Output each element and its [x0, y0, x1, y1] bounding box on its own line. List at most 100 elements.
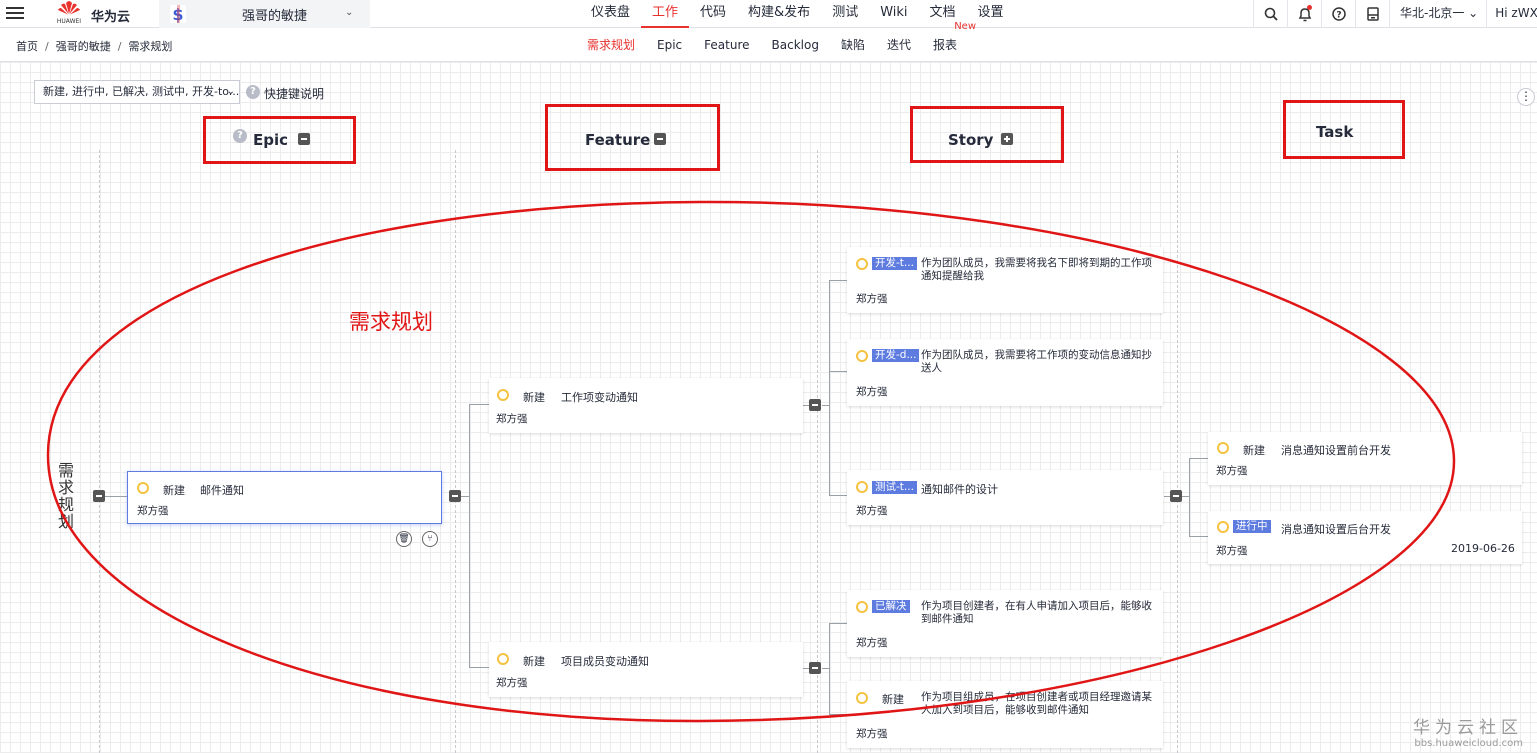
card-title[interactable]: 邮件通知	[200, 482, 244, 498]
hamburger-menu-icon[interactable]	[6, 5, 24, 23]
card-owner: 郑方强	[496, 413, 528, 425]
connector	[829, 623, 847, 624]
breadcrumb-project[interactable]: 强哥的敏捷	[56, 40, 111, 53]
shortcut-help-link[interactable]: 快捷键说明	[264, 85, 324, 102]
connector	[829, 280, 830, 496]
notification-button[interactable]	[1287, 0, 1321, 28]
more-options-icon[interactable]: ⋮	[1517, 88, 1535, 106]
search-button[interactable]	[1253, 0, 1287, 28]
nav-test[interactable]: 测试	[821, 0, 869, 28]
tab-requirement-planning[interactable]: 需求规划	[576, 28, 646, 62]
search-icon	[1264, 7, 1278, 21]
help-button[interactable]: ?	[1321, 0, 1355, 28]
card-title[interactable]: 作为项目组成员，在项目创建者或项目经理邀请某人加入到项目后，能够收到邮件通知	[921, 691, 1153, 717]
annotation-box-feature	[545, 104, 720, 171]
story-card[interactable]: 测试-t... 通知邮件的设计 郑方强	[847, 470, 1163, 525]
row-label: 需求规划	[58, 461, 75, 531]
connector	[469, 667, 489, 668]
huawei-flower-icon	[58, 1, 80, 15]
card-owner: 郑方强	[496, 677, 528, 689]
connector	[469, 404, 489, 405]
nav-wiki[interactable]: Wiki	[869, 0, 918, 28]
card-owner: 郑方强	[856, 505, 888, 517]
nav-work[interactable]: 工作	[641, 0, 690, 28]
card-status-tag: 已解决	[872, 600, 910, 613]
card-title[interactable]: 作为项目创建者，在有人申请加入项目后，能够收到邮件通知	[921, 600, 1153, 626]
card-title[interactable]: 工作项变动通知	[561, 389, 638, 405]
card-title[interactable]: 消息通知设置前台开发	[1281, 442, 1391, 458]
collapse-story-node-icon[interactable]	[1170, 490, 1182, 502]
epic-card[interactable]: 新建 邮件通知 郑方强	[127, 471, 442, 524]
svg-text:?: ?	[1336, 11, 1341, 21]
story-card[interactable]: 已解决 作为项目创建者，在有人申请加入项目后，能够收到邮件通知 郑方强	[847, 590, 1163, 657]
status-ring-icon	[137, 482, 149, 494]
project-switcher[interactable]: $ 强哥的敏捷 ⌄	[159, 0, 370, 28]
user-menu[interactable]: Hi zWX	[1486, 0, 1537, 28]
console-icon	[1366, 7, 1379, 21]
nav-build-release[interactable]: 构建&发布	[737, 0, 821, 28]
task-card[interactable]: 进行中 消息通知设置后台开发 郑方强 2019-06-26	[1208, 511, 1522, 564]
card-status-tag: 进行中	[1233, 520, 1271, 533]
status-ring-icon	[497, 653, 509, 665]
card-title[interactable]: 项目成员变动通知	[561, 653, 649, 669]
notification-dot	[1307, 5, 1312, 10]
card-title[interactable]: 消息通知设置后台开发	[1281, 521, 1391, 537]
connector	[829, 371, 847, 372]
delete-icon[interactable]: 🗑	[396, 531, 412, 547]
collapse-epic-node-icon[interactable]	[449, 490, 461, 502]
card-owner: 郑方强	[856, 637, 888, 649]
collapse-feature-node-icon[interactable]	[809, 399, 821, 411]
story-card[interactable]: 开发-t... 作为团队成员，我需要将我名下即将到期的工作项通知提醒给我 郑方强	[847, 247, 1163, 313]
feature-card[interactable]: 新建 项目成员变动通知 郑方强	[489, 642, 803, 697]
nav-code[interactable]: 代码	[689, 0, 737, 28]
huawei-logo[interactable]: HUAWEI	[54, 1, 84, 26]
sub-nav-bar: 首页 / 强哥的敏捷 / 需求规划 需求规划 Epic Feature Backlog …	[0, 21, 1537, 62]
card-status: 新建	[882, 693, 904, 706]
card-status: 新建	[163, 484, 185, 497]
card-status-tag: 开发-d...	[872, 349, 920, 362]
region-label: 华北-北京一	[1400, 6, 1465, 20]
console-button[interactable]	[1355, 0, 1389, 28]
tab-feature[interactable]: Feature	[693, 28, 760, 62]
tab-reports[interactable]: 报表 New	[922, 21, 976, 62]
feature-card[interactable]: 新建 工作项变动通知 郑方强	[489, 378, 803, 433]
status-ring-icon	[856, 481, 868, 493]
tab-backlog[interactable]: Backlog	[761, 28, 830, 62]
story-card[interactable]: 开发-d... 作为团队成员，我需要将工作项的变动信息通知抄送人 郑方强	[847, 339, 1163, 406]
tab-iterations[interactable]: 迭代	[876, 28, 922, 62]
connector	[1189, 458, 1208, 459]
tab-epic[interactable]: Epic	[646, 28, 693, 62]
status-filter-value: 新建, 进行中, 已解决, 测试中, 开发-to...	[43, 85, 240, 98]
column-divider	[99, 150, 100, 753]
collapse-row-icon[interactable]	[93, 490, 105, 502]
watermark-url: bbs.huaweicloud.com	[1414, 738, 1523, 749]
breadcrumb-home[interactable]: 首页	[16, 40, 38, 53]
brand-name[interactable]: 华为云	[91, 6, 130, 25]
region-selector[interactable]: 华北-北京一 ⌄	[1389, 0, 1486, 28]
split-icon[interactable]: ⑂	[422, 531, 438, 547]
status-filter-select[interactable]: 新建, 进行中, 已解决, 测试中, 开发-to... ⌄	[34, 80, 240, 104]
card-title[interactable]: 作为团队成员，我需要将工作项的变动信息通知抄送人	[921, 349, 1153, 375]
card-title[interactable]: 通知邮件的设计	[921, 481, 998, 497]
card-title[interactable]: 作为团队成员，我需要将我名下即将到期的工作项通知提醒给我	[921, 257, 1153, 283]
connector	[829, 495, 847, 496]
story-card[interactable]: 新建 作为项目组成员，在项目创建者或项目经理邀请某人加入到项目后，能够收到邮件通…	[847, 681, 1163, 748]
chevron-down-icon: ⌄	[226, 86, 235, 97]
help-icon[interactable]: ?	[246, 85, 260, 99]
collapse-feature-node-icon[interactable]	[809, 662, 821, 674]
nav-dashboard[interactable]: 仪表盘	[580, 0, 641, 28]
card-status: 新建	[523, 655, 545, 668]
chevron-down-icon: ⌄	[345, 7, 354, 18]
card-status: 新建	[1243, 444, 1265, 457]
tab-defects[interactable]: 缺陷	[830, 28, 876, 62]
watermark-title: 华为云社区	[1413, 718, 1523, 738]
connector	[1189, 536, 1208, 537]
annotation-box-epic	[203, 116, 356, 164]
task-card[interactable]: 新建 消息通知设置前台开发 郑方强	[1208, 432, 1522, 485]
card-owner: 郑方强	[137, 505, 169, 517]
card-owner: 郑方强	[856, 386, 888, 398]
breadcrumb-current: 需求规划	[128, 40, 173, 53]
status-ring-icon	[1217, 442, 1229, 454]
connector	[829, 280, 847, 281]
status-ring-icon	[497, 389, 509, 401]
